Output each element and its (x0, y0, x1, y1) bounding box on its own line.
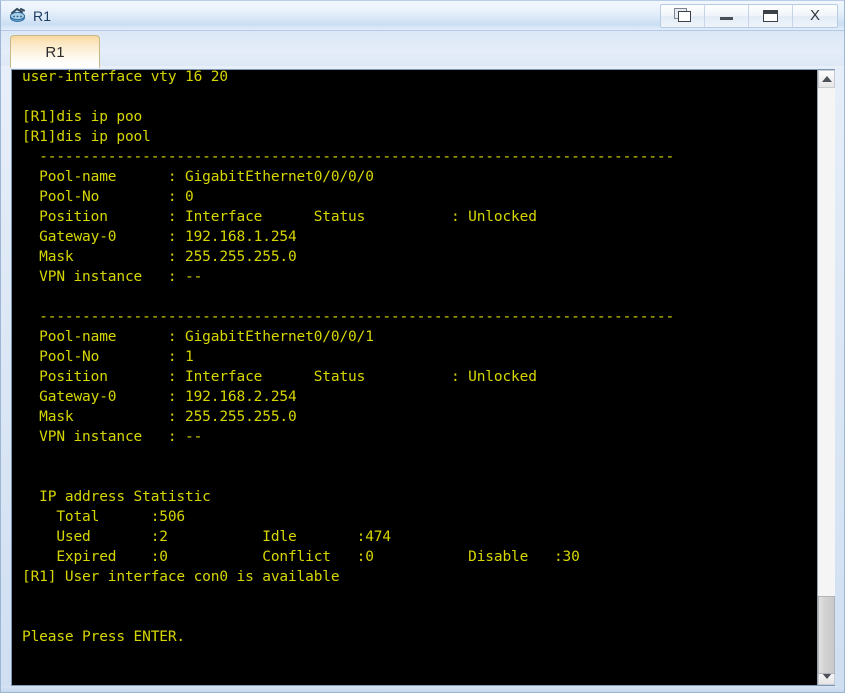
window-bottom-edge (1, 686, 844, 692)
scrollbar-track[interactable] (818, 88, 835, 674)
minimize-button[interactable] (705, 4, 749, 27)
terminal-panel: user-interface vty 16 20 [R1]dis ip poo … (11, 69, 835, 686)
scrollbar-thumb[interactable] (818, 596, 835, 674)
tab-strip: R1 (1, 31, 844, 68)
chevron-up-icon (821, 76, 832, 82)
close-icon: X (809, 7, 820, 24)
title-bar: R1 X (1, 1, 844, 31)
maximize-icon (763, 9, 778, 22)
minimize-icon (720, 17, 733, 20)
restore-windows-button[interactable] (661, 4, 705, 27)
window-controls: X (660, 3, 838, 28)
terminal-output[interactable]: user-interface vty 16 20 [R1]dis ip poo … (12, 70, 817, 685)
vertical-scrollbar[interactable] (817, 70, 835, 685)
terminal-window: R1 X R1 user-interface vty 16 20 [R1]dis… (0, 0, 845, 693)
terminal-text: user-interface vty 16 20 [R1]dis ip poo … (22, 70, 675, 645)
scrollbar-up-button[interactable] (818, 70, 835, 88)
title-bar-left: R1 (1, 6, 660, 25)
tab-r1[interactable]: R1 (10, 35, 100, 68)
router-icon (8, 6, 27, 25)
restore-windows-icon (673, 8, 692, 23)
close-button[interactable]: X (793, 5, 837, 27)
maximize-button[interactable] (749, 4, 793, 27)
tab-label: R1 (45, 43, 65, 61)
window-title: R1 (33, 7, 52, 24)
